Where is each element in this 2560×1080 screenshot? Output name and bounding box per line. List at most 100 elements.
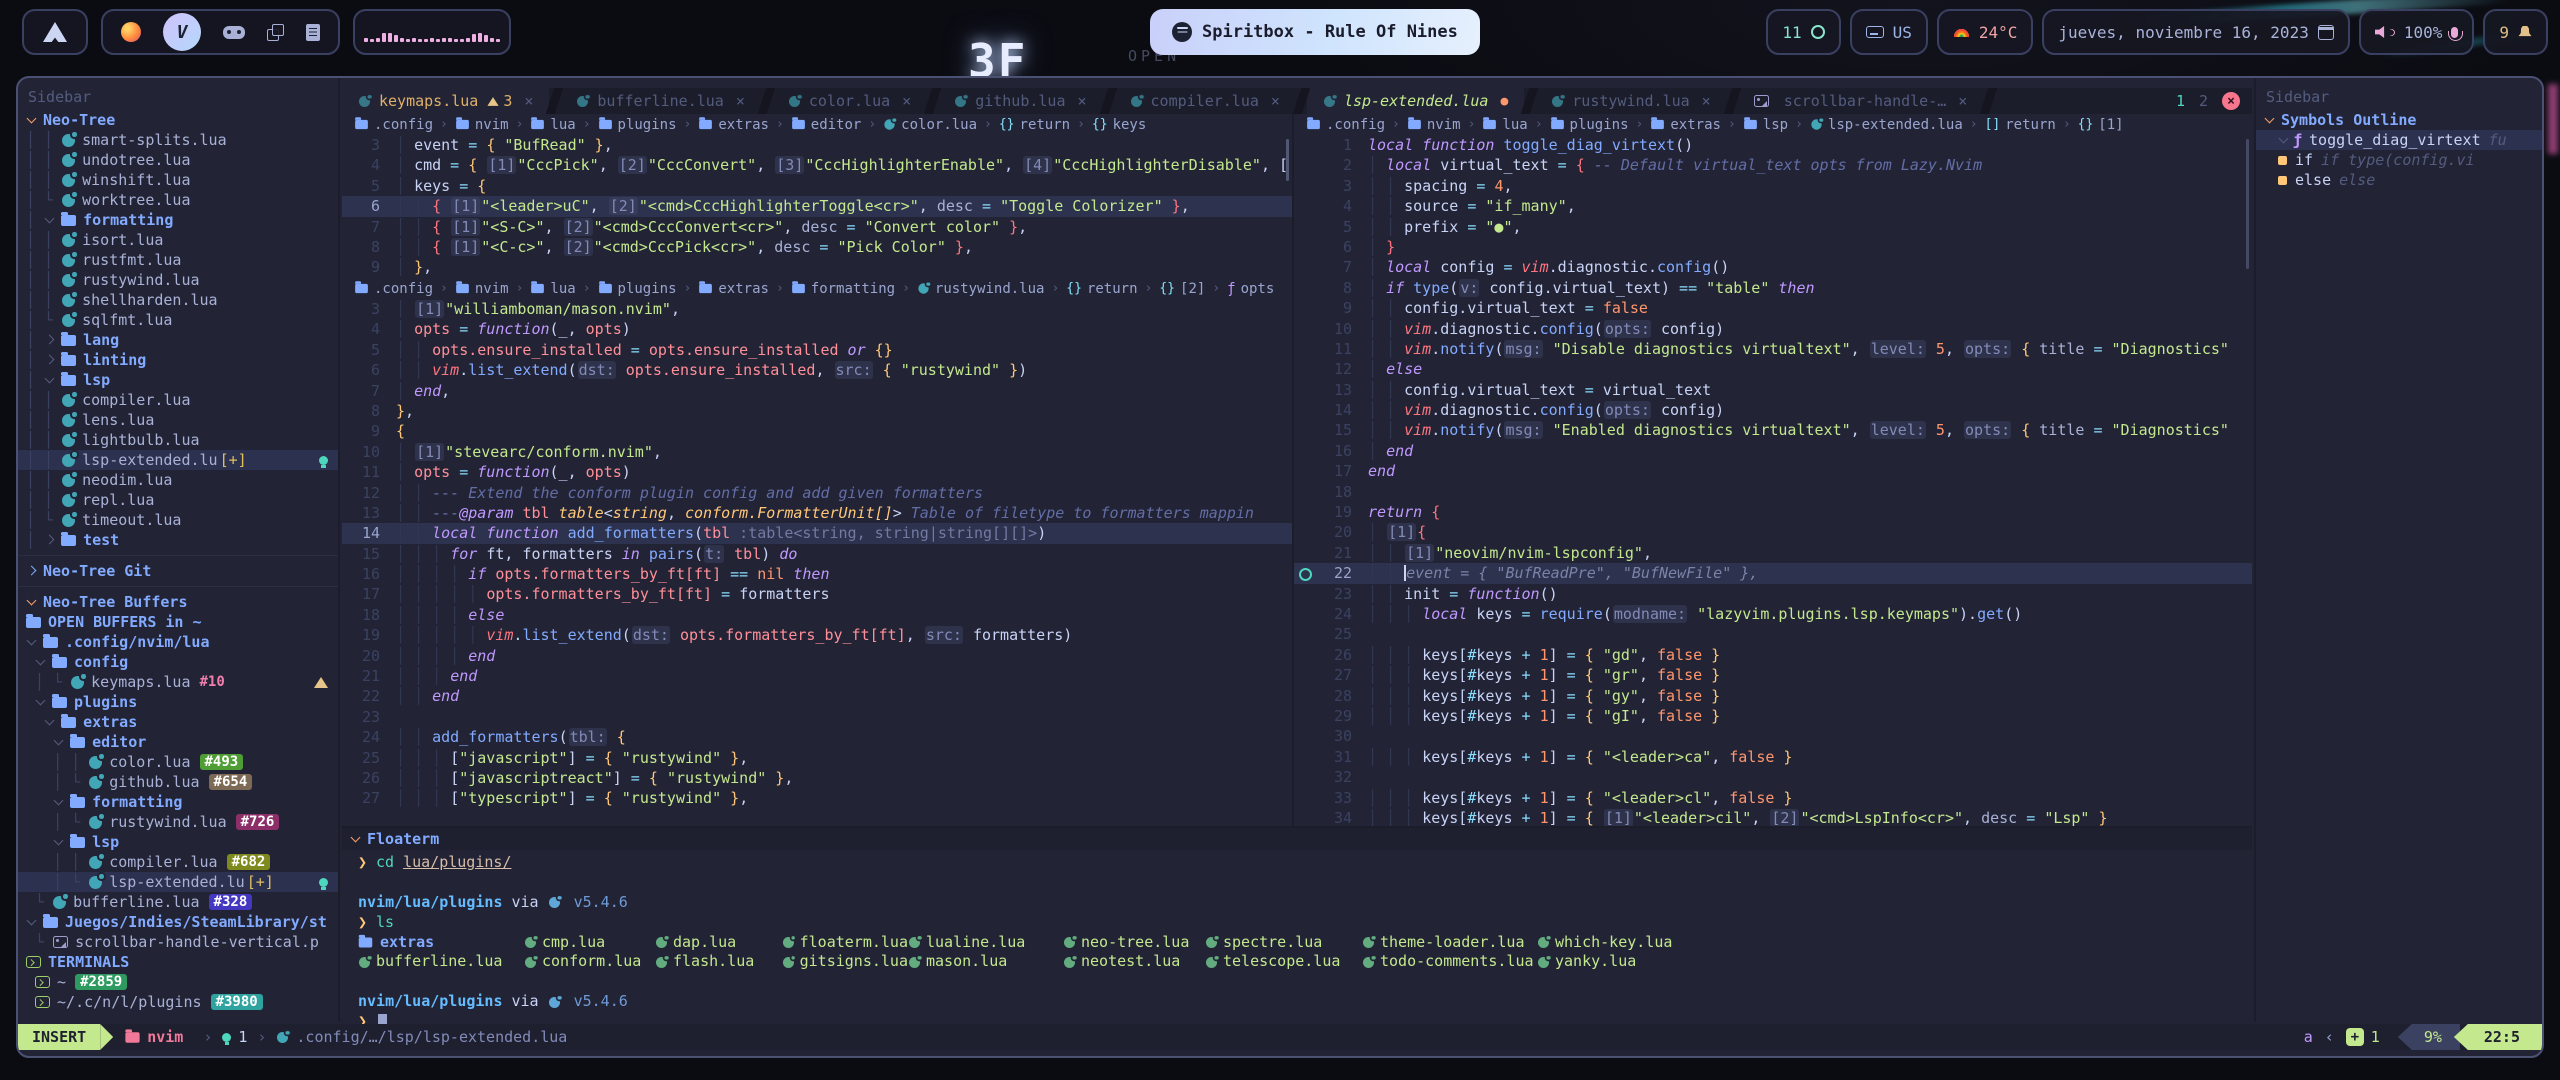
- notifications-widget[interactable]: 9: [2483, 9, 2548, 55]
- tree-item-timeout-lua[interactable]: │ └ timeout.lua: [18, 510, 338, 530]
- tree-item-compiler-lua[interactable]: │ │ compiler.lua#682: [18, 852, 338, 872]
- close-icon[interactable]: ×: [1271, 92, 1280, 110]
- tree-item-rustywind-lua[interactable]: │ │ rustywind.lua: [18, 270, 338, 290]
- breadcrumb-segment[interactable]: {}keys: [1092, 117, 1146, 133]
- close-icon[interactable]: ×: [1078, 92, 1087, 110]
- tree-item-test[interactable]: │ test: [18, 530, 338, 550]
- tab-scrollbar-handle-[interactable]: scrollbar-handle-…×: [1738, 88, 1984, 114]
- breadcrumb-segment[interactable]: .config: [354, 117, 433, 133]
- tree-item-neo-tree-buffers[interactable]: Neo-Tree Buffers: [18, 592, 338, 612]
- breadcrumb-segment[interactable]: nvim: [1407, 117, 1461, 133]
- tab-lsp-extended-lua[interactable]: lsp-extended.lua●: [1307, 88, 1524, 114]
- tree-item--config-nvim-lua[interactable]: .config/nvim/lua: [18, 632, 338, 652]
- close-icon[interactable]: ×: [524, 92, 533, 110]
- tree-item-shellharden-lua[interactable]: │ │ shellharden.lua: [18, 290, 338, 310]
- breadcrumb-segment[interactable]: {}return: [1066, 281, 1137, 297]
- editor-color-lua[interactable]: 3│ event = { "BufRead" },4│ cmd = { [1]"…: [342, 135, 1292, 278]
- outline-item-else[interactable]: elseelse: [2256, 170, 2542, 190]
- breadcrumb-segment[interactable]: lua: [530, 117, 575, 133]
- buffer-add-badge[interactable]: +: [2346, 1028, 2364, 1046]
- tree-item-compiler-lua[interactable]: │ │ compiler.lua: [18, 390, 338, 410]
- tree-item-open-buffers-in-[interactable]: OPEN BUFFERS in ~: [18, 612, 338, 632]
- tree-item-lsp-extended-lu[interactable]: │ └ lsp-extended.lu[+]: [18, 872, 338, 892]
- tree-item-rustywind-lua[interactable]: │ └ rustywind.lua#726: [18, 812, 338, 832]
- breadcrumb-segment[interactable]: rustywind.lua: [917, 281, 1045, 297]
- symbols-outline-header[interactable]: Symbols Outline: [2256, 110, 2542, 130]
- weather-widget[interactable]: 24°C: [1937, 9, 2034, 55]
- keyboard-layout-widget[interactable]: US: [1850, 9, 1928, 55]
- tree-item-lens-lua[interactable]: │ │ lens.lua: [18, 410, 338, 430]
- launcher-button[interactable]: [22, 9, 88, 55]
- breadcrumb-rustywind-lua[interactable]: .config›nvim›lua›plugins›extras›formatti…: [342, 278, 1292, 299]
- breadcrumb-segment[interactable]: {}[2]: [1159, 281, 1205, 297]
- tree-item-lang[interactable]: │ lang: [18, 330, 338, 350]
- tree-item-neo-tree-git[interactable]: Neo-Tree Git: [18, 561, 338, 581]
- breadcrumb-segment[interactable]: .config: [1306, 117, 1385, 133]
- tree-item--c-n-l-plugins[interactable]: ~/.c/n/l/plugins#3980: [18, 992, 338, 1012]
- breadcrumb-segment[interactable]: formatting: [791, 281, 895, 297]
- breadcrumb-segment[interactable]: plugins: [1550, 117, 1629, 133]
- breadcrumb-segment[interactable]: {}[1]: [2078, 117, 2124, 133]
- tab-compiler-lua[interactable]: compiler.lua×: [1114, 88, 1296, 114]
- breadcrumb-lsp-extended-lua[interactable]: .config›nvim›lua›plugins›extras›lsp›lsp-…: [1294, 114, 2252, 135]
- tree-item-editor[interactable]: editor: [18, 732, 338, 752]
- breadcrumb-segment[interactable]: lsp: [1743, 117, 1788, 133]
- tree-item-sqlfmt-lua[interactable]: │ └ sqlfmt.lua: [18, 310, 338, 330]
- outline-item-if[interactable]: ifif type(config.vi: [2256, 150, 2542, 170]
- outline-item-toggle-diag-virtext[interactable]: ƒtoggle_diag_virtextfu: [2256, 130, 2542, 150]
- tree-item-lsp[interactable]: │ lsp: [18, 370, 338, 390]
- floaterm-winbar[interactable]: Floaterm: [342, 828, 2252, 850]
- windows-icon[interactable]: [267, 24, 284, 41]
- tree-item-github-lua[interactable]: │ └ github.lua#654: [18, 772, 338, 792]
- date-widget[interactable]: jueves, noviembre 16, 2023: [2042, 9, 2349, 55]
- tree-item-rustfmt-lua[interactable]: │ │ rustfmt.lua: [18, 250, 338, 270]
- terminal[interactable]: ❯cdlua/plugins/nvim/lua/pluginsviav5.4.6…: [342, 850, 2252, 1032]
- breadcrumb-segment[interactable]: lsp-extended.lua: [1810, 117, 1963, 133]
- tree-item-formatting[interactable]: formatting: [18, 792, 338, 812]
- breadcrumb-segment[interactable]: nvim: [455, 281, 509, 297]
- close-icon[interactable]: ×: [1702, 92, 1711, 110]
- music-widget[interactable]: Spiritbox - Rule Of Nines: [1150, 9, 1480, 55]
- tree-item-formatting[interactable]: │ formatting: [18, 210, 338, 230]
- scrollbar-handle[interactable]: [2246, 139, 2249, 269]
- tree-item-neodim-lua[interactable]: │ │ neodim.lua: [18, 470, 338, 490]
- breadcrumb-segment[interactable]: extras: [698, 117, 769, 133]
- tree-item-color-lua[interactable]: │ │ color.lua#493: [18, 752, 338, 772]
- tab-bufferline-lua[interactable]: bufferline.lua×: [560, 88, 760, 114]
- close-icon[interactable]: ×: [902, 92, 911, 110]
- neovim-icon[interactable]: V: [163, 13, 201, 51]
- tree-item-isort-lua[interactable]: │ │ isort.lua: [18, 230, 338, 250]
- tab-github-lua[interactable]: github.lua×: [938, 88, 1102, 114]
- tree-item-repl-lua[interactable]: │ │ repl.lua: [18, 490, 338, 510]
- tree-item-undotree-lua[interactable]: │ │ undotree.lua: [18, 150, 338, 170]
- breadcrumb-segment[interactable]: nvim: [455, 117, 509, 133]
- tree-item-winshift-lua[interactable]: │ │ winshift.lua: [18, 170, 338, 190]
- neo-tree-sidebar[interactable]: Sidebar Neo-Tree│ │ smart-splits.lua│ │ …: [18, 78, 340, 1022]
- breadcrumb-segment[interactable]: lua: [530, 281, 575, 297]
- tab-rustywind-lua[interactable]: rustywind.lua×: [1535, 88, 1726, 114]
- breadcrumb-segment[interactable]: plugins: [598, 117, 677, 133]
- document-icon[interactable]: [306, 24, 320, 41]
- breadcrumb-segment[interactable]: lua: [1482, 117, 1527, 133]
- tree-item--[interactable]: ~#2859: [18, 972, 338, 992]
- tree-item-lsp[interactable]: lsp: [18, 832, 338, 852]
- close-icon[interactable]: ×: [1958, 92, 1967, 110]
- scrollbar-handle[interactable]: [1286, 139, 1289, 181]
- breadcrumb-segment[interactable]: .config: [354, 281, 433, 297]
- tab-keymaps-lua[interactable]: keymaps.lua3×: [342, 88, 549, 114]
- tree-item-scrollbar-handle-vertical-p[interactable]: └ scrollbar-handle-vertical.p: [18, 932, 338, 952]
- breadcrumb-segment[interactable]: ƒopts: [1227, 281, 1274, 297]
- tree-item-smart-splits-lua[interactable]: │ │ smart-splits.lua: [18, 130, 338, 150]
- tree-item-plugins[interactable]: plugins: [18, 692, 338, 712]
- gamepad-icon[interactable]: [223, 26, 245, 39]
- breadcrumb-segment[interactable]: editor: [791, 117, 862, 133]
- workspace-widget[interactable]: 11: [1766, 9, 1840, 55]
- tree-item-lsp-extended-lu[interactable]: │ │ lsp-extended.lu[+]: [18, 450, 338, 470]
- breadcrumb-color-lua[interactable]: .config›nvim›lua›plugins›extras›editor›c…: [342, 114, 1292, 135]
- breadcrumb-segment[interactable]: []return: [1985, 117, 2056, 133]
- tree-item-worktree-lua[interactable]: │ └ worktree.lua: [18, 190, 338, 210]
- breadcrumb-segment[interactable]: {}return: [999, 117, 1070, 133]
- breadcrumb-segment[interactable]: extras: [1650, 117, 1721, 133]
- tree-item-linting[interactable]: │ linting: [18, 350, 338, 370]
- tab-page-2[interactable]: 2: [2199, 92, 2208, 110]
